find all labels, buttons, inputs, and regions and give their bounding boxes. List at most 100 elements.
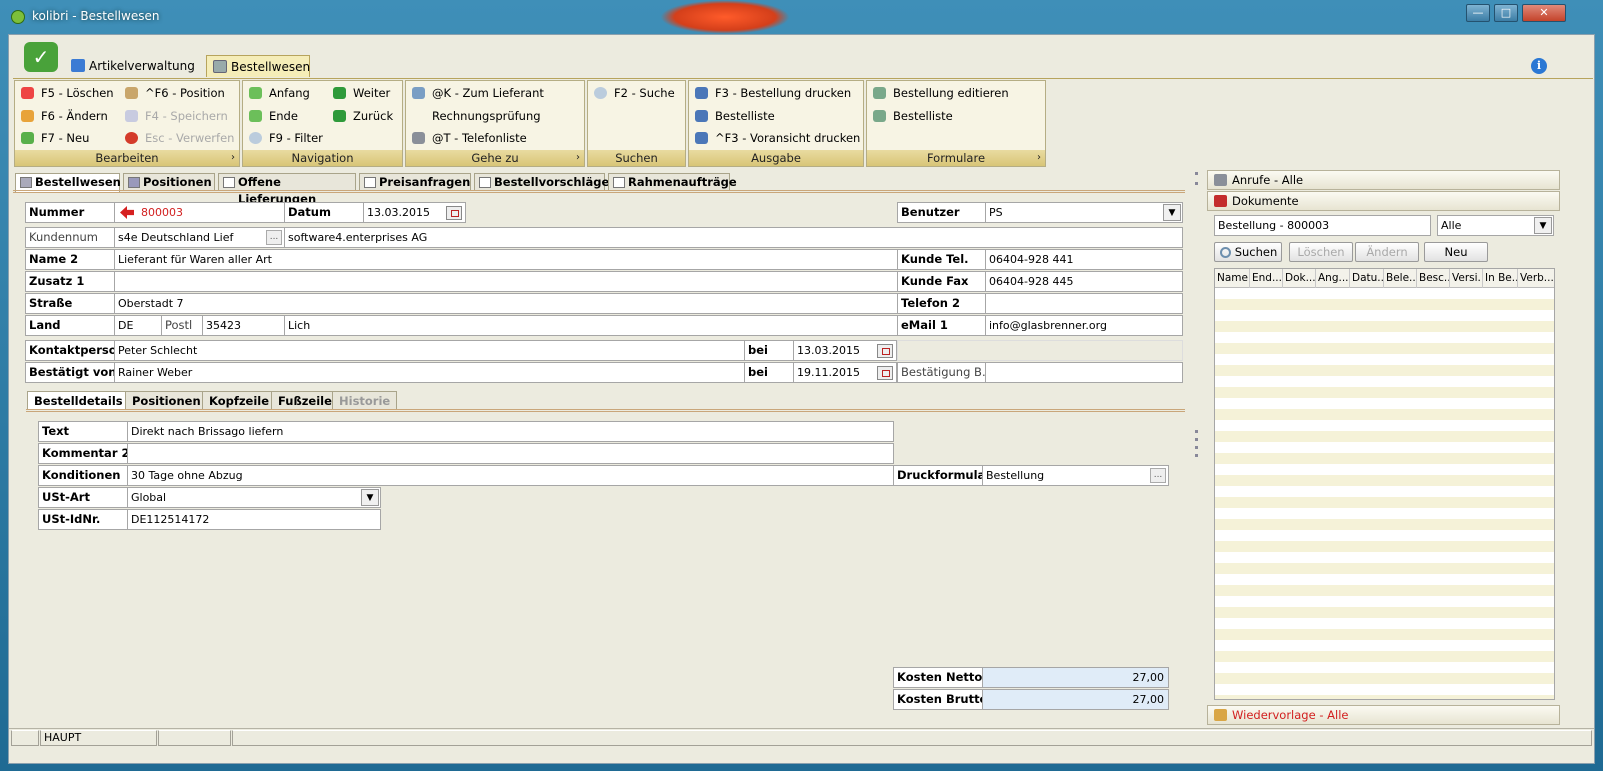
subtab-kopfzeile[interactable]: Kopfzeile bbox=[202, 391, 277, 410]
search-button[interactable]: F2 - Suche bbox=[590, 84, 675, 102]
telefon2-field[interactable] bbox=[985, 293, 1183, 314]
plz-field[interactable]: 35423 bbox=[202, 315, 285, 336]
dokumente-panel-header[interactable]: Dokumente bbox=[1207, 191, 1560, 211]
chevron-down-icon[interactable]: ▼ bbox=[1163, 204, 1181, 221]
print-order-button[interactable]: F3 - Bestellung drucken bbox=[691, 84, 851, 102]
subtab-bestelldetails[interactable]: Bestelldetails bbox=[27, 391, 130, 410]
bestaetigt-bei-field[interactable]: 19.11.2015 bbox=[793, 362, 897, 383]
subtab-fusszeile[interactable]: Fußzeile bbox=[271, 391, 339, 410]
discard-button[interactable]: Esc - Verwerfen bbox=[121, 129, 234, 147]
land-field[interactable]: DE bbox=[114, 315, 162, 336]
dialog-launcher-icon[interactable]: › bbox=[1037, 150, 1041, 166]
datum-field[interactable]: 13.03.2015 bbox=[363, 202, 466, 223]
ust-idnr-field[interactable]: DE112514172 bbox=[127, 509, 381, 530]
telefon2-label: Telefon 2 bbox=[897, 293, 986, 314]
druckformular-field[interactable]: Bestellung... bbox=[982, 465, 1169, 486]
kundennum-field[interactable]: s4e Deutschland Lief... bbox=[114, 227, 285, 248]
grid-column-header[interactable]: Verb... bbox=[1518, 269, 1554, 288]
document-new-button[interactable]: Neu bbox=[1424, 242, 1488, 262]
grid-row-stripe bbox=[1215, 409, 1554, 420]
subtab-positionen[interactable]: Positionen bbox=[125, 391, 208, 410]
email1-field[interactable]: info@glasbrenner.org bbox=[985, 315, 1183, 336]
calendar-icon[interactable] bbox=[877, 344, 893, 358]
name2-field[interactable]: Lieferant für Waren aller Art bbox=[114, 249, 898, 270]
zusatz1-field[interactable] bbox=[114, 271, 898, 292]
kolibri-logo-icon[interactable]: ✓ bbox=[24, 42, 58, 72]
app-tab-bestellwesen[interactable]: Bestellwesen bbox=[206, 55, 310, 77]
new-button[interactable]: F7 - Neu bbox=[17, 129, 89, 147]
lookup-ellipsis-button[interactable]: ... bbox=[266, 230, 282, 245]
kunde-fax-field[interactable]: 06404-928 445 bbox=[985, 271, 1183, 292]
kommentar2-field[interactable] bbox=[127, 443, 894, 464]
delete-button[interactable]: F5 - Löschen bbox=[17, 84, 114, 102]
calendar-icon[interactable] bbox=[877, 366, 893, 380]
new-label: F7 - Neu bbox=[41, 131, 90, 145]
dialog-launcher-icon[interactable]: › bbox=[231, 150, 235, 166]
benutzer-select[interactable]: PS ▼ bbox=[985, 202, 1183, 223]
document-search-input[interactable]: Bestellung - 800003 bbox=[1214, 215, 1431, 236]
grid-column-header[interactable]: Versi... bbox=[1450, 269, 1483, 288]
tab-preisanfragen[interactable]: Preisanfragen bbox=[359, 173, 471, 191]
tab-offene-lieferungen[interactable]: Offene Lieferungen bbox=[218, 173, 356, 206]
edit-order-form-button[interactable]: Bestellung editieren bbox=[869, 84, 1009, 102]
tab-rahmenauftraege[interactable]: Rahmenaufträge bbox=[608, 173, 737, 191]
last-record-button[interactable]: Ende bbox=[245, 107, 298, 125]
chevron-down-icon[interactable]: ▼ bbox=[1534, 217, 1552, 234]
anrufe-panel-header[interactable]: Anrufe - Alle bbox=[1207, 170, 1560, 190]
subtab-historie[interactable]: Historie bbox=[332, 391, 398, 410]
bestaetigt-von-field[interactable]: Rainer Weber bbox=[114, 362, 745, 383]
next-record-button[interactable]: Weiter bbox=[329, 84, 390, 102]
document-edit-button[interactable]: Ändern bbox=[1355, 242, 1419, 262]
calendar-icon[interactable] bbox=[446, 206, 462, 220]
filter-button[interactable]: F9 - Filter bbox=[245, 129, 323, 147]
kontaktperson-field[interactable]: Peter Schlecht bbox=[114, 340, 745, 361]
document-filter-select[interactable]: Alle ▼ bbox=[1437, 215, 1554, 236]
invoice-check-button[interactable]: Rechnungsprüfung bbox=[408, 107, 541, 125]
phone-list-button[interactable]: @T - Telefonliste bbox=[408, 129, 527, 147]
close-window-button[interactable]: ✕ bbox=[1522, 4, 1566, 22]
minimize-button[interactable]: — bbox=[1466, 4, 1490, 22]
edit-button[interactable]: F6 - Ändern bbox=[17, 107, 108, 125]
tab-positionen[interactable]: Positionen bbox=[123, 173, 215, 191]
goto-supplier-button[interactable]: @K - Zum Lieferant bbox=[408, 84, 544, 102]
first-record-button[interactable]: Anfang bbox=[245, 84, 310, 102]
kontakt-bei-field[interactable]: 13.03.2015 bbox=[793, 340, 897, 361]
kunde-name-field[interactable]: software4.enterprises AG bbox=[284, 227, 1183, 248]
order-list-button[interactable]: Bestelliste bbox=[691, 107, 775, 125]
nummer-field[interactable]: 800003 bbox=[114, 202, 285, 223]
save-button[interactable]: F4 - Speichern bbox=[121, 107, 228, 125]
chevron-down-icon[interactable]: ▼ bbox=[361, 489, 379, 506]
documents-grid[interactable]: Name End... Dok... Ang... Datu... Bele..… bbox=[1214, 268, 1555, 700]
panel-splitter[interactable] bbox=[1193, 170, 1201, 730]
list-icon bbox=[364, 177, 376, 188]
grid-column-header[interactable]: Bele... bbox=[1384, 269, 1417, 288]
info-icon[interactable]: i bbox=[1531, 58, 1547, 74]
wiedervorlage-panel-header[interactable]: Wiedervorlage - Alle bbox=[1207, 705, 1560, 725]
grid-column-header[interactable]: Dok... bbox=[1283, 269, 1316, 288]
ort-field[interactable]: Lich bbox=[284, 315, 898, 336]
strasse-field[interactable]: Oberstadt 7 bbox=[114, 293, 898, 314]
dialog-launcher-icon[interactable]: › bbox=[576, 150, 580, 166]
document-search-button[interactable]: Suchen bbox=[1214, 242, 1282, 262]
previous-record-button[interactable]: Zurück bbox=[329, 107, 393, 125]
grid-column-header[interactable]: End... bbox=[1250, 269, 1283, 288]
kunde-tel-field[interactable]: 06404-928 441 bbox=[985, 249, 1183, 270]
konditionen-field[interactable]: 30 Tage ohne Abzug bbox=[127, 465, 894, 486]
maximize-button[interactable]: □ bbox=[1494, 4, 1518, 22]
order-list-form-button[interactable]: Bestelliste bbox=[869, 107, 953, 125]
form-ellipsis-button[interactable]: ... bbox=[1150, 468, 1166, 483]
document-delete-button[interactable]: Löschen bbox=[1289, 242, 1353, 262]
bestaetigung-field[interactable] bbox=[985, 362, 1183, 383]
grid-column-header[interactable]: Name bbox=[1215, 269, 1250, 288]
grid-column-header[interactable]: Ang... bbox=[1316, 269, 1350, 288]
print-preview-button[interactable]: ^F3 - Voransicht drucken bbox=[691, 129, 860, 147]
list-icon bbox=[479, 177, 491, 188]
ust-art-select[interactable]: Global ▼ bbox=[127, 487, 381, 508]
grid-column-header[interactable]: In Be... bbox=[1483, 269, 1518, 288]
grid-column-header[interactable]: Datu... bbox=[1350, 269, 1384, 288]
app-tab-artikelverwaltung[interactable]: Artikelverwaltung bbox=[65, 55, 203, 77]
text-field[interactable]: Direkt nach Brissago liefern bbox=[127, 421, 894, 442]
tab-bestellvorschlaege[interactable]: Bestellvorschläge bbox=[474, 173, 609, 191]
position-button[interactable]: ^F6 - Position bbox=[121, 84, 225, 102]
grid-column-header[interactable]: Besc... bbox=[1417, 269, 1450, 288]
